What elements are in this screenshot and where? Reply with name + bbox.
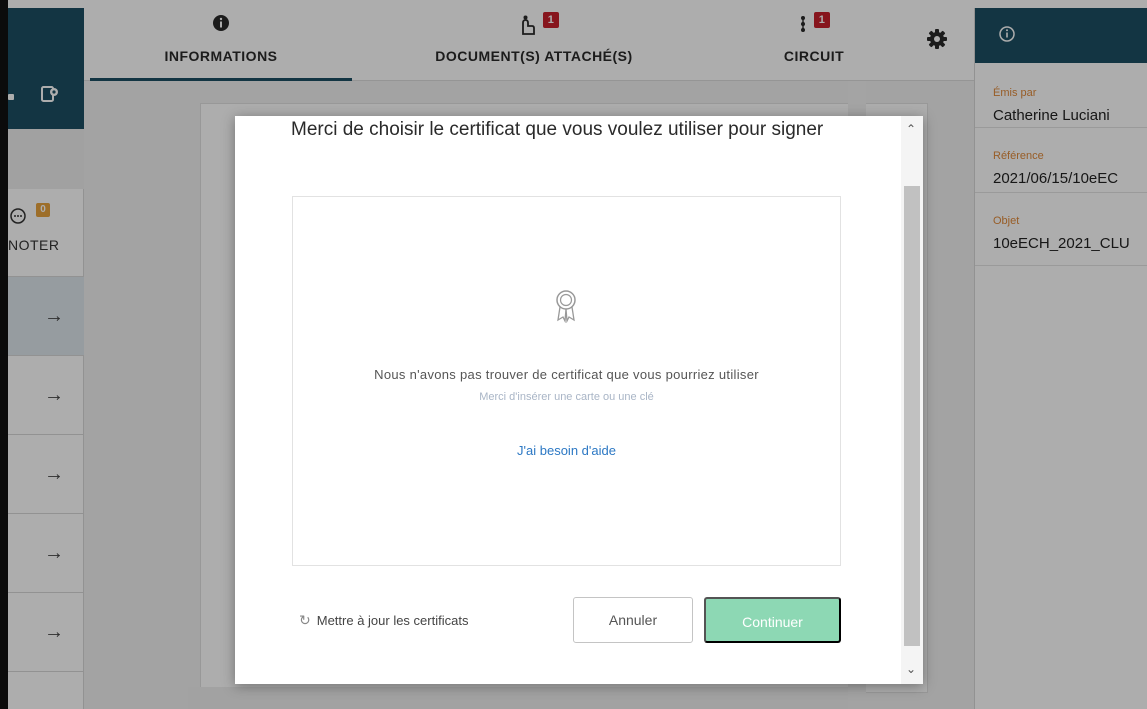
refresh-label: Mettre à jour les certificats [316,613,469,628]
refresh-certificates-link[interactable]: ↻ Mettre à jour les certificats [299,612,468,629]
ribbon-award-icon [555,289,577,328]
cancel-button[interactable]: Annuler [573,597,693,643]
continue-button[interactable]: Continuer [704,597,841,643]
scroll-up-icon[interactable]: ⌃ [906,122,916,136]
scroll-down-icon[interactable]: ⌄ [906,662,916,676]
insert-card-hint: Merci d'insérer une carte ou une clé [479,391,654,403]
scroll-thumb[interactable] [904,186,920,646]
refresh-icon: ↻ [299,612,311,628]
dialog-scrollbar[interactable]: ⌃ ⌄ [901,116,923,684]
certificate-list: Nous n'avons pas trouver de certificat q… [292,196,841,566]
dialog-title: Merci de choisir le certificat que vous … [291,119,824,140]
help-link[interactable]: J'ai besoin d'aide [293,443,840,458]
certificate-dialog: Merci de choisir le certificat que vous … [235,116,923,684]
no-certificate-message: Nous n'avons pas trouver de certificat q… [374,367,759,382]
